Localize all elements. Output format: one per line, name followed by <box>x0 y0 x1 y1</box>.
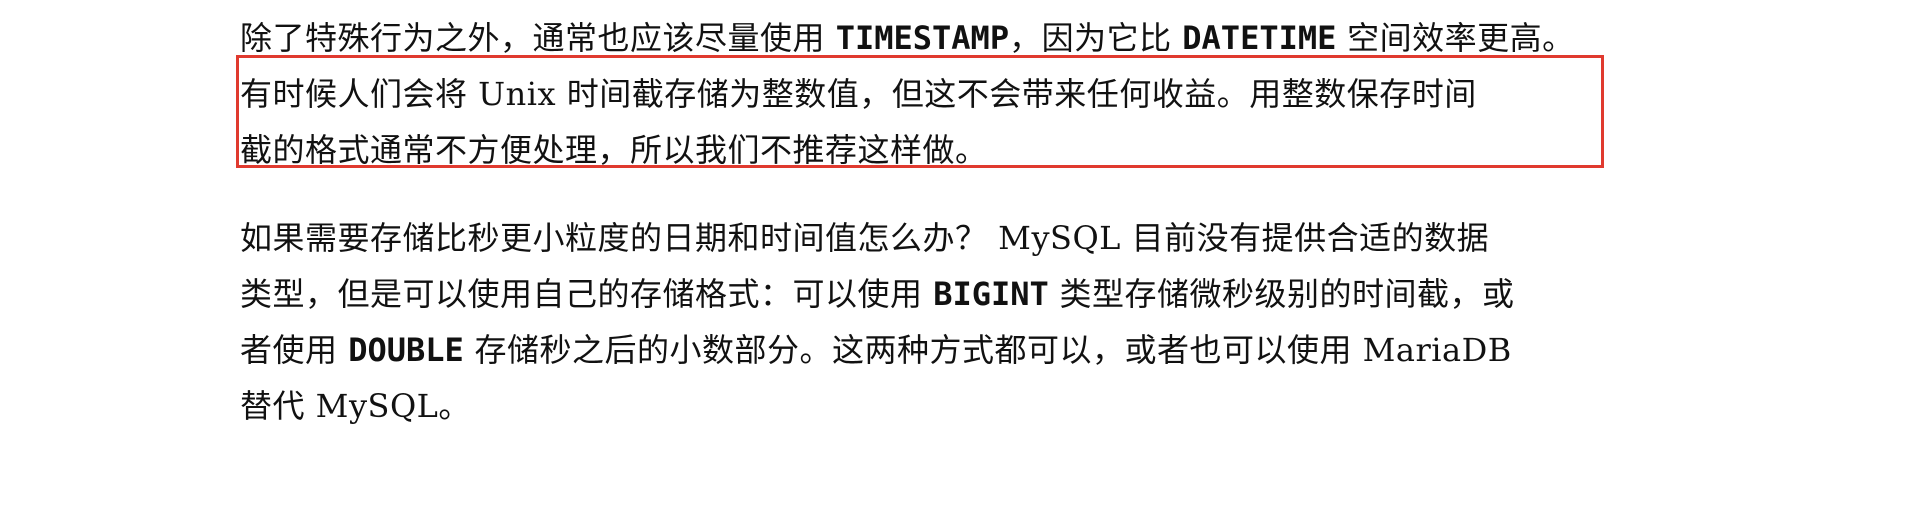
highlighted-text-line: 截的格式通常不方便处理，所以我们不推荐这样做。 <box>240 131 988 169</box>
text-line: 替代 MySQL。 <box>240 387 471 425</box>
text-segment: 除了特殊行为之外，通常也应该尽量使用 <box>240 19 836 57</box>
document-page: 除了特殊行为之外，通常也应该尽量使用 TIMESTAMP，因为它比 DATETI… <box>0 0 1928 507</box>
text-segment: ，因为它比 <box>1009 19 1183 57</box>
text-segment: 存储秒之后的小数部分。这两种方式都可以，或者也可以使用 MariaDB <box>463 331 1512 369</box>
code-bigint: BIGINT <box>933 275 1049 313</box>
paragraph-subsecond: 如果需要存储比秒更小粒度的日期和时间值怎么办？ MySQL 目前没有提供合适的数… <box>240 210 1590 434</box>
text-line: 除了特殊行为之外，通常也应该尽量使用 TIMESTAMP，因为它比 DATETI… <box>240 10 1590 66</box>
text-segment: 类型存储微秒级别的时间截，或 <box>1048 275 1515 313</box>
text-line: 类型，但是可以使用自己的存储格式：可以使用 BIGINT 类型存储微秒级别的时间… <box>240 266 1590 322</box>
code-timestamp: TIMESTAMP <box>835 19 1010 57</box>
paragraph-timestamp: 除了特殊行为之外，通常也应该尽量使用 TIMESTAMP，因为它比 DATETI… <box>240 10 1590 178</box>
code-datetime: DATETIME <box>1182 19 1337 57</box>
text-segment: 类型，但是可以使用自己的存储格式：可以使用 <box>240 275 934 313</box>
text-line: 如果需要存储比秒更小粒度的日期和时间值怎么办？ MySQL 目前没有提供合适的数… <box>240 219 1490 257</box>
code-double: DOUBLE <box>348 331 464 369</box>
text-segment: 空间效率更高。 <box>1336 19 1575 57</box>
text-line: 者使用 DOUBLE 存储秒之后的小数部分。这两种方式都可以，或者也可以使用 M… <box>240 322 1590 378</box>
highlighted-text-line: 有时候人们会将 Unix 时间截存储为整数值，但这不会带来任何收益。用整数保存时… <box>240 75 1477 113</box>
text-segment: 者使用 <box>240 331 349 369</box>
